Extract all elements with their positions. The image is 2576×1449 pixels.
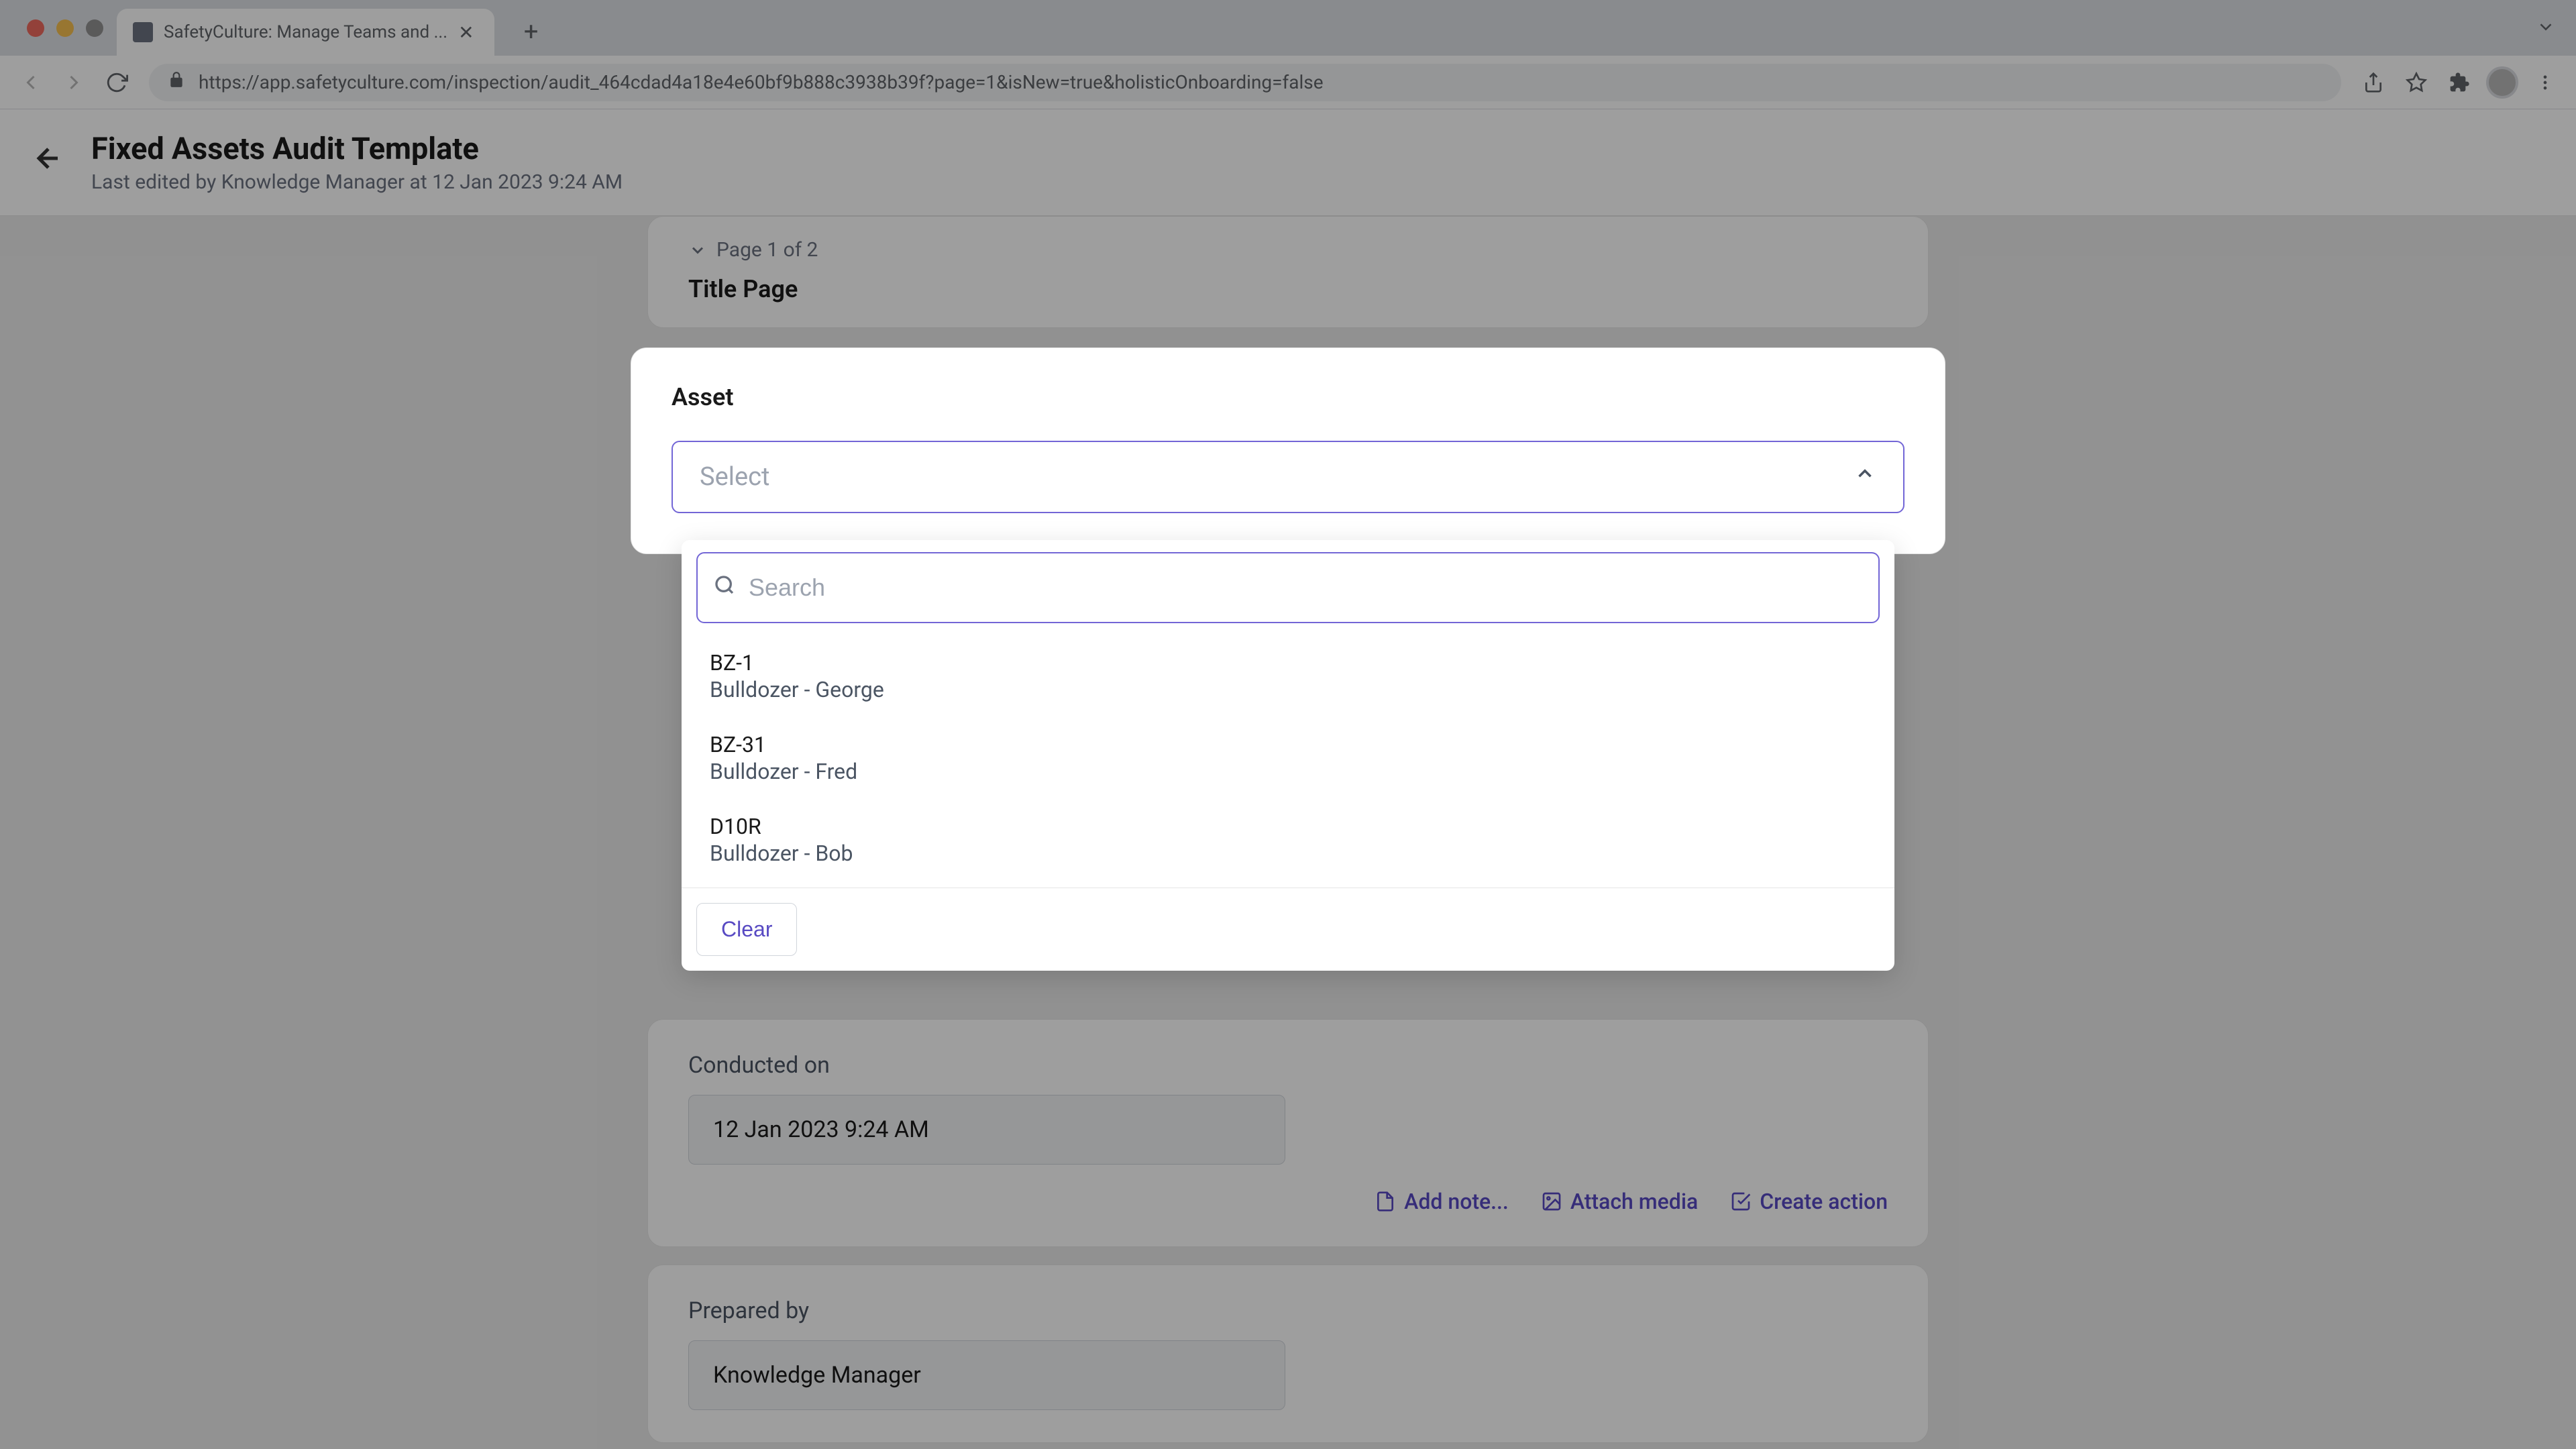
option-code: BZ-1 xyxy=(710,650,1866,676)
option-desc: Bulldozer - Bob xyxy=(710,841,1866,866)
asset-option[interactable]: BZ-31 Bulldozer - Fred xyxy=(682,717,1894,799)
option-code: BZ-31 xyxy=(710,732,1866,757)
asset-card: Asset Select xyxy=(631,347,1945,554)
app-content: Fixed Assets Audit Template Last edited … xyxy=(0,109,2576,1449)
asset-placeholder: Select xyxy=(700,462,769,492)
asset-search-box[interactable] xyxy=(696,552,1880,623)
asset-search-input[interactable] xyxy=(749,574,1862,602)
asset-option[interactable]: BZ-1 Bulldozer - George xyxy=(682,635,1894,717)
chevron-up-icon xyxy=(1854,462,1876,492)
asset-option[interactable]: D10R Bulldozer - Bob xyxy=(682,799,1894,881)
asset-label: Asset xyxy=(672,383,1904,411)
asset-select[interactable]: Select xyxy=(672,441,1904,513)
asset-dropdown: BZ-1 Bulldozer - George BZ-31 Bulldozer … xyxy=(682,540,1894,971)
option-code: D10R xyxy=(710,814,1866,839)
search-icon xyxy=(714,574,735,601)
clear-button[interactable]: Clear xyxy=(696,903,797,956)
clear-label: Clear xyxy=(721,917,772,941)
dropdown-footer: Clear xyxy=(682,888,1894,971)
option-desc: Bulldozer - Fred xyxy=(710,759,1866,784)
option-desc: Bulldozer - George xyxy=(710,677,1866,702)
